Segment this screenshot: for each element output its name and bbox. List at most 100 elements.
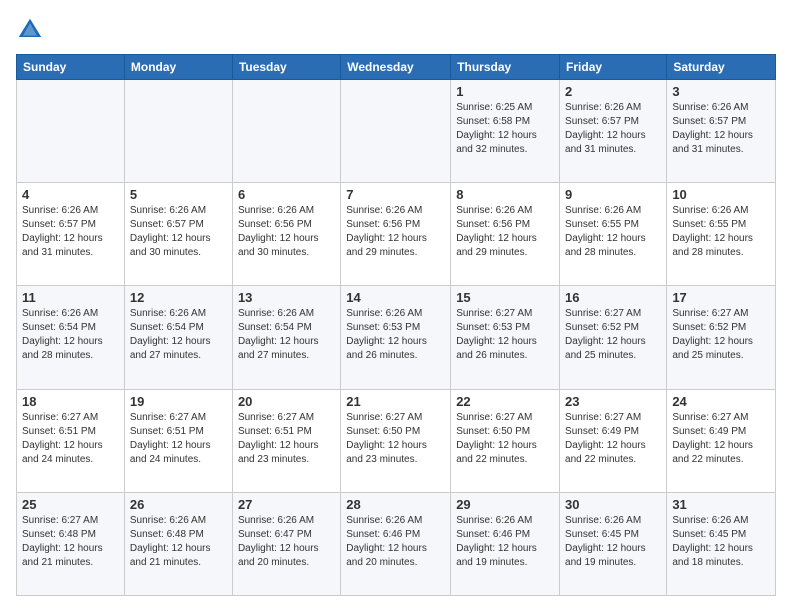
calendar-cell [232, 80, 340, 183]
calendar-cell: 17 Sunrise: 6:27 AM Sunset: 6:52 PM Dayli… [667, 286, 776, 389]
day-number: 27 [238, 497, 335, 512]
day-number: 10 [672, 187, 770, 202]
calendar-cell: 27 Sunrise: 6:26 AM Sunset: 6:47 PM Dayli… [232, 492, 340, 595]
calendar-cell [17, 80, 125, 183]
day-info: Sunrise: 6:27 AM Sunset: 6:50 PM Dayligh… [346, 411, 445, 467]
logo-icon [16, 16, 44, 44]
page: SundayMondayTuesdayWednesdayThursdayFrid… [0, 0, 792, 612]
calendar-cell: 24 Sunrise: 6:27 AM Sunset: 6:49 PM Dayli… [667, 389, 776, 492]
day-number: 28 [346, 497, 445, 512]
day-header-tuesday: Tuesday [232, 55, 340, 80]
day-info: Sunrise: 6:26 AM Sunset: 6:57 PM Dayligh… [672, 101, 770, 157]
day-info: Sunrise: 6:26 AM Sunset: 6:56 PM Dayligh… [238, 204, 335, 260]
calendar-week-row: 11 Sunrise: 6:26 AM Sunset: 6:54 PM Dayli… [17, 286, 776, 389]
day-number: 8 [456, 187, 554, 202]
calendar-cell: 14 Sunrise: 6:26 AM Sunset: 6:53 PM Dayli… [341, 286, 451, 389]
day-info: Sunrise: 6:26 AM Sunset: 6:56 PM Dayligh… [346, 204, 445, 260]
calendar-cell: 2 Sunrise: 6:26 AM Sunset: 6:57 PM Daylig… [560, 80, 667, 183]
calendar-cell: 21 Sunrise: 6:27 AM Sunset: 6:50 PM Dayli… [341, 389, 451, 492]
day-number: 17 [672, 290, 770, 305]
day-info: Sunrise: 6:26 AM Sunset: 6:56 PM Dayligh… [456, 204, 554, 260]
day-number: 22 [456, 394, 554, 409]
day-number: 7 [346, 187, 445, 202]
calendar-cell: 5 Sunrise: 6:26 AM Sunset: 6:57 PM Daylig… [124, 183, 232, 286]
day-info: Sunrise: 6:26 AM Sunset: 6:45 PM Dayligh… [672, 514, 770, 570]
day-info: Sunrise: 6:27 AM Sunset: 6:51 PM Dayligh… [130, 411, 227, 467]
day-info: Sunrise: 6:27 AM Sunset: 6:51 PM Dayligh… [238, 411, 335, 467]
day-info: Sunrise: 6:27 AM Sunset: 6:49 PM Dayligh… [565, 411, 661, 467]
day-info: Sunrise: 6:26 AM Sunset: 6:54 PM Dayligh… [130, 307, 227, 363]
day-number: 29 [456, 497, 554, 512]
day-info: Sunrise: 6:25 AM Sunset: 6:58 PM Dayligh… [456, 101, 554, 157]
day-number: 12 [130, 290, 227, 305]
day-number: 20 [238, 394, 335, 409]
calendar-table: SundayMondayTuesdayWednesdayThursdayFrid… [16, 54, 776, 596]
day-info: Sunrise: 6:27 AM Sunset: 6:53 PM Dayligh… [456, 307, 554, 363]
calendar-cell: 19 Sunrise: 6:27 AM Sunset: 6:51 PM Dayli… [124, 389, 232, 492]
day-header-saturday: Saturday [667, 55, 776, 80]
logo [16, 16, 48, 44]
day-header-friday: Friday [560, 55, 667, 80]
day-info: Sunrise: 6:27 AM Sunset: 6:50 PM Dayligh… [456, 411, 554, 467]
day-header-wednesday: Wednesday [341, 55, 451, 80]
calendar-week-row: 1 Sunrise: 6:25 AM Sunset: 6:58 PM Daylig… [17, 80, 776, 183]
day-number: 14 [346, 290, 445, 305]
header [16, 16, 776, 44]
day-header-thursday: Thursday [451, 55, 560, 80]
day-info: Sunrise: 6:26 AM Sunset: 6:54 PM Dayligh… [22, 307, 119, 363]
day-info: Sunrise: 6:27 AM Sunset: 6:52 PM Dayligh… [565, 307, 661, 363]
day-info: Sunrise: 6:27 AM Sunset: 6:52 PM Dayligh… [672, 307, 770, 363]
day-info: Sunrise: 6:27 AM Sunset: 6:51 PM Dayligh… [22, 411, 119, 467]
day-info: Sunrise: 6:26 AM Sunset: 6:55 PM Dayligh… [565, 204, 661, 260]
calendar-week-row: 4 Sunrise: 6:26 AM Sunset: 6:57 PM Daylig… [17, 183, 776, 286]
calendar-cell: 13 Sunrise: 6:26 AM Sunset: 6:54 PM Dayli… [232, 286, 340, 389]
calendar-cell: 25Sunrise: 6:27 AM Sunset: 6:48 PM Dayli… [17, 492, 125, 595]
calendar-cell: 15 Sunrise: 6:27 AM Sunset: 6:53 PM Dayli… [451, 286, 560, 389]
calendar-header-row: SundayMondayTuesdayWednesdayThursdayFrid… [17, 55, 776, 80]
day-info: Sunrise: 6:26 AM Sunset: 6:57 PM Dayligh… [565, 101, 661, 157]
day-info: Sunrise: 6:26 AM Sunset: 6:55 PM Dayligh… [672, 204, 770, 260]
day-info: Sunrise: 6:26 AM Sunset: 6:54 PM Dayligh… [238, 307, 335, 363]
day-number: 21 [346, 394, 445, 409]
day-info: Sunrise: 6:26 AM Sunset: 6:46 PM Dayligh… [346, 514, 445, 570]
calendar-cell: 12 Sunrise: 6:26 AM Sunset: 6:54 PM Dayli… [124, 286, 232, 389]
calendar-cell: 11 Sunrise: 6:26 AM Sunset: 6:54 PM Dayli… [17, 286, 125, 389]
day-number: 11 [22, 290, 119, 305]
day-number: 19 [130, 394, 227, 409]
day-info: Sunrise: 6:26 AM Sunset: 6:57 PM Dayligh… [22, 204, 119, 260]
day-number: 15 [456, 290, 554, 305]
day-number: 18 [22, 394, 119, 409]
day-number: 24 [672, 394, 770, 409]
calendar-cell [341, 80, 451, 183]
day-number: 9 [565, 187, 661, 202]
day-number: 3 [672, 84, 770, 99]
day-number: 26 [130, 497, 227, 512]
day-number: 23 [565, 394, 661, 409]
day-info: Sunrise: 6:26 AM Sunset: 6:47 PM Dayligh… [238, 514, 335, 570]
day-number: 2 [565, 84, 661, 99]
day-info: Sunrise: 6:26 AM Sunset: 6:46 PM Dayligh… [456, 514, 554, 570]
day-info: Sunrise: 6:26 AM Sunset: 6:48 PM Dayligh… [130, 514, 227, 570]
day-number: 5 [130, 187, 227, 202]
calendar-cell: 3 Sunrise: 6:26 AM Sunset: 6:57 PM Daylig… [667, 80, 776, 183]
calendar-cell: 6Sunrise: 6:26 AM Sunset: 6:56 PM Daylig… [232, 183, 340, 286]
calendar-week-row: 18 Sunrise: 6:27 AM Sunset: 6:51 PM Dayli… [17, 389, 776, 492]
day-number: 4 [22, 187, 119, 202]
day-info: Sunrise: 6:26 AM Sunset: 6:57 PM Dayligh… [130, 204, 227, 260]
calendar-cell: 10 Sunrise: 6:26 AM Sunset: 6:55 PM Dayli… [667, 183, 776, 286]
day-number: 13 [238, 290, 335, 305]
day-info: Sunrise: 6:26 AM Sunset: 6:53 PM Dayligh… [346, 307, 445, 363]
calendar-cell: 9 Sunrise: 6:26 AM Sunset: 6:55 PM Daylig… [560, 183, 667, 286]
calendar-cell: 28 Sunrise: 6:26 AM Sunset: 6:46 PM Dayli… [341, 492, 451, 595]
day-number: 1 [456, 84, 554, 99]
calendar-cell: 31Sunrise: 6:26 AM Sunset: 6:45 PM Dayli… [667, 492, 776, 595]
calendar-cell: 30Sunrise: 6:26 AM Sunset: 6:45 PM Dayli… [560, 492, 667, 595]
calendar-cell: 29 Sunrise: 6:26 AM Sunset: 6:46 PM Dayli… [451, 492, 560, 595]
calendar-cell: 4 Sunrise: 6:26 AM Sunset: 6:57 PM Daylig… [17, 183, 125, 286]
day-info: Sunrise: 6:27 AM Sunset: 6:49 PM Dayligh… [672, 411, 770, 467]
day-number: 25 [22, 497, 119, 512]
calendar-cell: 22 Sunrise: 6:27 AM Sunset: 6:50 PM Dayli… [451, 389, 560, 492]
day-number: 30 [565, 497, 661, 512]
day-header-sunday: Sunday [17, 55, 125, 80]
day-header-monday: Monday [124, 55, 232, 80]
